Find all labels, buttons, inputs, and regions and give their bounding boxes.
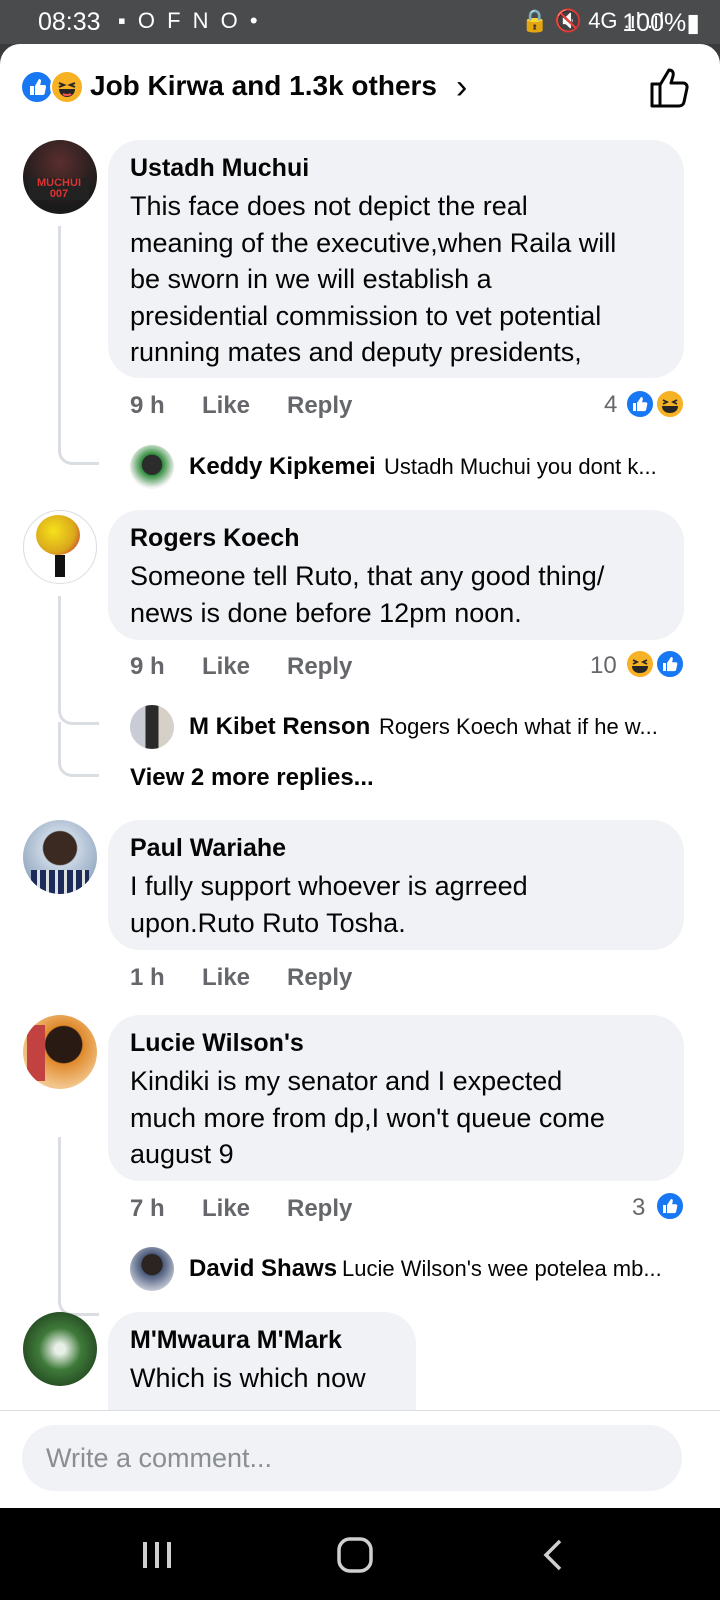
status-bar: 08:33 ▪ O F N O • 🔒 🔇 4G .ıl .ıl 100%▮ bbox=[0, 0, 720, 44]
like-button[interactable]: Like bbox=[202, 1195, 250, 1223]
comment-text: Kindiki is my senator and I expected muc… bbox=[130, 1066, 605, 1169]
comment-composer bbox=[0, 1410, 720, 1508]
reply-button[interactable]: Reply bbox=[287, 964, 352, 992]
like-button[interactable]: Like bbox=[202, 653, 250, 681]
comment-time: 7 h bbox=[130, 1195, 165, 1222]
thread-line bbox=[58, 226, 99, 465]
like-icon bbox=[20, 70, 54, 104]
reply-button[interactable]: Reply bbox=[287, 653, 352, 681]
like-button[interactable]: Like bbox=[202, 392, 250, 420]
reply-author[interactable]: David Shaws bbox=[189, 1255, 337, 1283]
recent-apps-icon[interactable] bbox=[140, 1538, 174, 1572]
avatar[interactable] bbox=[23, 510, 97, 584]
reaction-icons bbox=[20, 70, 84, 104]
reaction-count[interactable]: 4 bbox=[604, 391, 617, 419]
avatar[interactable] bbox=[23, 1312, 97, 1386]
reply-author[interactable]: Keddy Kipkemei bbox=[189, 453, 376, 481]
reply-button[interactable]: Reply bbox=[287, 392, 352, 420]
reply-preview[interactable]: David Shaws Lucie Wilson's wee potelea m… bbox=[130, 1246, 690, 1291]
chevron-right-icon[interactable]: › bbox=[456, 68, 467, 107]
avatar[interactable] bbox=[130, 1247, 174, 1291]
comment-bubble[interactable]: Rogers Koech Someone tell Ruto, that any… bbox=[108, 510, 684, 640]
comment-text: Which is which now bbox=[130, 1363, 366, 1393]
comment-author[interactable]: Lucie Wilson's bbox=[130, 1029, 304, 1058]
comment-time: 9 h bbox=[130, 392, 165, 419]
comment-bubble[interactable]: Ustadh Muchui This face does not depict … bbox=[108, 140, 684, 378]
comment-text: This face does not depict the real meani… bbox=[130, 191, 617, 367]
battery-percent: 100% bbox=[622, 9, 687, 37]
write-comment-input[interactable] bbox=[22, 1425, 682, 1491]
avatar[interactable] bbox=[23, 1015, 97, 1089]
avatar-detail bbox=[31, 870, 89, 894]
comment-text: Someone tell Ruto, that any good thing/ … bbox=[130, 561, 605, 628]
like-icon[interactable] bbox=[654, 1190, 686, 1222]
back-icon[interactable] bbox=[538, 1538, 568, 1572]
reply-preview[interactable]: Keddy Kipkemei Ustadh Muchui you dont k.… bbox=[130, 444, 690, 489]
haha-icon bbox=[50, 70, 84, 104]
reply-button[interactable]: Reply bbox=[287, 1195, 352, 1223]
comment-author[interactable]: M'Mwaura M'Mark bbox=[130, 1326, 342, 1355]
system-navigation-bar bbox=[0, 1508, 720, 1600]
avatar[interactable] bbox=[23, 820, 97, 894]
reaction-count[interactable]: 10 bbox=[590, 652, 617, 680]
thread-line bbox=[58, 596, 99, 725]
battery-icon: ▮ bbox=[686, 9, 700, 37]
avatar-face bbox=[36, 515, 80, 555]
comment-author[interactable]: Rogers Koech bbox=[130, 524, 299, 553]
comment-author[interactable]: Ustadh Muchui bbox=[130, 154, 309, 183]
reply-author[interactable]: M Kibet Renson bbox=[189, 713, 370, 741]
reactions-header[interactable]: Job Kirwa and 1.3k others › bbox=[0, 44, 720, 134]
reply-preview[interactable]: M Kibet Renson Rogers Koech what if he w… bbox=[130, 704, 690, 749]
avatar-detail: MUCHUI 007 bbox=[29, 178, 89, 200]
comment-author[interactable]: Paul Wariahe bbox=[130, 834, 286, 863]
avatar[interactable] bbox=[130, 705, 174, 749]
like-button[interactable]: Like bbox=[202, 964, 250, 992]
avatar-detail bbox=[27, 1025, 45, 1081]
comment-bubble[interactable]: Lucie Wilson's Kindiki is my senator and… bbox=[108, 1015, 684, 1181]
reply-text: Rogers Koech what if he w... bbox=[379, 714, 658, 739]
avatar[interactable] bbox=[130, 445, 174, 489]
reactions-haha-like-icon[interactable] bbox=[624, 648, 686, 680]
view-more-replies-link[interactable]: View 2 more replies... bbox=[130, 764, 374, 792]
home-icon[interactable] bbox=[336, 1536, 374, 1574]
reply-text: Ustadh Muchui you dont k... bbox=[384, 454, 657, 479]
battery-indicator: 100%▮ bbox=[622, 8, 700, 38]
thread-line bbox=[58, 1137, 99, 1316]
thread-line bbox=[58, 722, 99, 777]
comment-time: 9 h bbox=[130, 653, 165, 680]
comments-sheet: Job Kirwa and 1.3k others › MUCHUI 007 Us… bbox=[0, 44, 720, 1508]
reply-text: Lucie Wilson's wee potelea mb... bbox=[342, 1256, 662, 1281]
thumbs-up-icon[interactable] bbox=[646, 64, 694, 112]
avatar[interactable]: MUCHUI 007 bbox=[23, 140, 97, 214]
reaction-count[interactable]: 3 bbox=[632, 1194, 645, 1222]
status-time: 08:33 bbox=[38, 8, 101, 36]
comment-time: 1 h bbox=[130, 964, 165, 991]
notification-icons: ▪ O F N O • bbox=[118, 8, 261, 33]
comment-text: I fully support whoever is agrreed upon.… bbox=[130, 871, 528, 938]
avatar-detail bbox=[55, 555, 65, 577]
reactions-summary[interactable]: Job Kirwa and 1.3k others bbox=[90, 70, 437, 102]
comment-bubble[interactable]: Paul Wariahe I fully support whoever is … bbox=[108, 820, 684, 950]
reactions-like-haha-icon[interactable] bbox=[624, 388, 686, 420]
